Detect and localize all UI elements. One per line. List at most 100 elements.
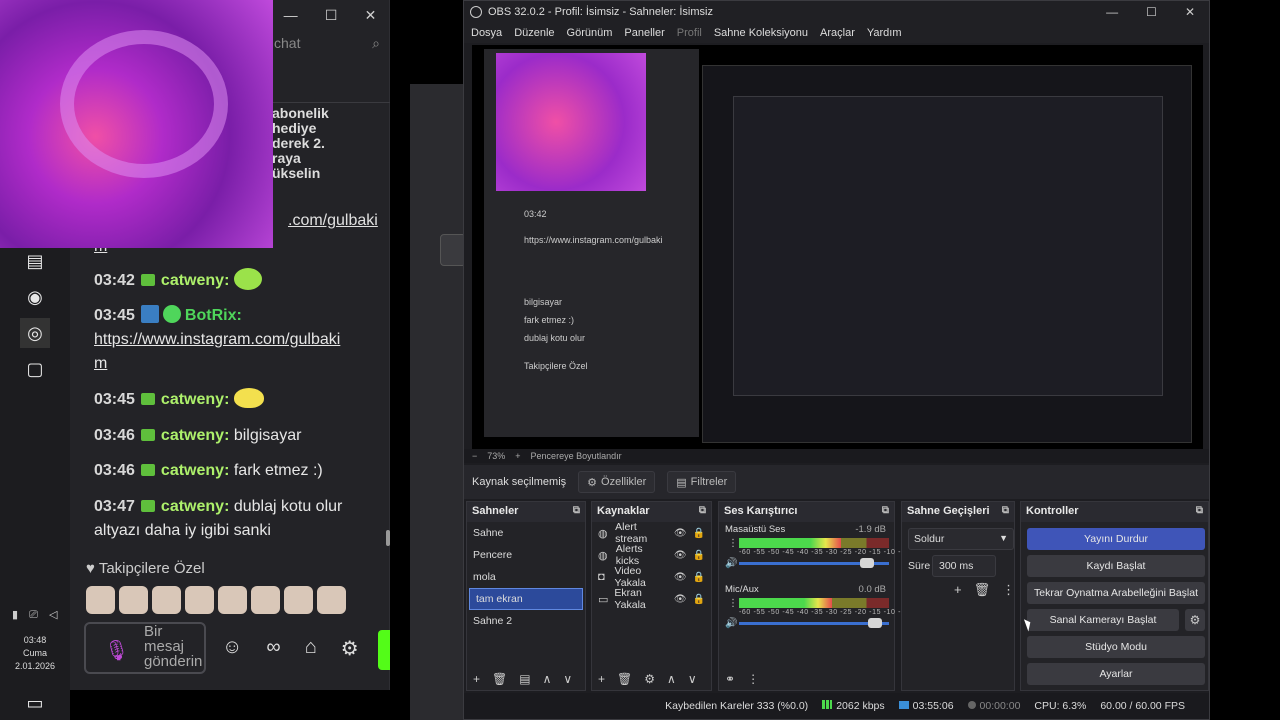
zoom-in-button[interactable]: + — [515, 451, 520, 461]
trash-icon[interactable]: 🗑 — [492, 672, 507, 686]
eye-icon[interactable]: 👁 — [674, 572, 687, 583]
popout-icon[interactable]: ⧉ — [882, 505, 889, 516]
transition-select[interactable]: Soldur ▼ — [908, 528, 1014, 550]
start-replay-buffer-button[interactable]: Tekrar Oynatma Arabelleğini Başlat — [1027, 582, 1205, 604]
source-item[interactable]: ▭ Ekran Yakala 👁 🔒 — [592, 587, 711, 611]
emote-icon[interactable] — [185, 586, 214, 614]
more-icon[interactable]: ⋮ — [747, 672, 759, 686]
minimize-icon[interactable]: — — [284, 7, 298, 23]
points-icon[interactable]: ∞ — [266, 636, 280, 661]
microphone-icon[interactable]: 🎙 — [104, 638, 129, 663]
emote-icon[interactable] — [152, 586, 181, 614]
source-item[interactable]: ◍ Alert stream 👁 🔒 — [592, 521, 711, 545]
more-icon[interactable]: ⋮ — [728, 598, 738, 609]
volume-fader[interactable] — [739, 618, 889, 628]
menu-view[interactable]: Görünüm — [567, 27, 613, 39]
zoom-fit-mode[interactable]: Pencereye Boyutlandır — [531, 451, 622, 461]
fader-handle[interactable] — [867, 618, 882, 628]
menu-profile[interactable]: Profil — [677, 27, 702, 39]
lock-icon[interactable]: 🔒 — [693, 572, 705, 583]
app-icon-1[interactable]: ▤ — [20, 246, 50, 276]
eye-icon[interactable]: 👁 — [674, 550, 687, 561]
properties-button[interactable]: ⚙ Özellikler — [578, 471, 656, 493]
popout-icon[interactable]: ⧉ — [699, 505, 706, 516]
chrome-icon[interactable]: ◉ — [20, 282, 50, 312]
search-icon[interactable]: ⌕ — [372, 35, 380, 52]
obs-preview[interactable]: 03:42 https://www.instagram.com/gulbaki … — [472, 45, 1203, 449]
popout-icon[interactable]: ⧉ — [573, 505, 580, 516]
menu-edit[interactable]: Düzenle — [514, 27, 554, 39]
eye-icon[interactable]: 👁 — [674, 528, 687, 539]
store-icon[interactable]: ⌂ — [305, 636, 317, 661]
studio-mode-button[interactable]: Stüdyo Modu — [1027, 636, 1205, 658]
menu-scene-collection[interactable]: Sahne Koleksiyonu — [714, 27, 808, 39]
scene-item[interactable]: Pencere — [467, 544, 585, 566]
chevron-up-icon[interactable]: ∧ — [543, 672, 552, 686]
emote-icon[interactable] — [218, 586, 247, 614]
scene-item[interactable]: Sahne — [467, 522, 585, 544]
duration-input[interactable]: 300 ms — [932, 555, 996, 577]
system-tray[interactable]: ▮ ⎚ ◁ — [12, 608, 61, 622]
add-icon[interactable]: + — [473, 672, 480, 686]
volume-fader[interactable] — [739, 558, 889, 568]
emoji-icon[interactable]: ☺ — [222, 636, 242, 661]
source-item[interactable]: ◘ Video Yakala 👁 🔒 — [592, 565, 711, 589]
emote-icon[interactable] — [119, 586, 148, 614]
close-icon[interactable]: ✕ — [365, 7, 377, 24]
scene-item[interactable]: tam ekran — [469, 588, 583, 610]
lock-icon[interactable]: 🔒 — [693, 550, 705, 561]
emote-icon[interactable] — [317, 586, 346, 614]
maximize-icon[interactable]: ☐ — [1146, 5, 1157, 19]
obs-taskbar-icon[interactable]: ◎ — [20, 318, 50, 348]
add-icon[interactable]: + — [598, 672, 605, 686]
chevron-down-icon[interactable]: ∨ — [688, 672, 697, 686]
popout-icon[interactable]: ⧉ — [1002, 505, 1009, 516]
trash-icon[interactable]: 🗑 — [974, 582, 991, 598]
taskbar-clock[interactable]: 03:48 Cuma 2.01.2026 — [0, 634, 70, 673]
notification-icon[interactable]: ▭ — [20, 688, 50, 718]
scene-item[interactable]: Sahne 2 — [467, 610, 585, 632]
app-icon-4[interactable]: ▢ — [20, 354, 50, 384]
start-recording-button[interactable]: Kaydı Başlat — [1027, 555, 1205, 577]
add-icon[interactable]: + — [954, 582, 962, 598]
menu-file[interactable]: Dosya — [471, 27, 502, 39]
popout-icon[interactable]: ⧉ — [1196, 505, 1203, 516]
emote-icon[interactable] — [284, 586, 313, 614]
emote-icon[interactable] — [251, 586, 280, 614]
chevron-up-icon[interactable]: ∧ — [667, 672, 676, 686]
gear-icon[interactable]: ⚙ — [341, 636, 359, 661]
link-partial[interactable]: .com/gulbaki — [288, 212, 378, 230]
trash-icon[interactable]: 🗑 — [617, 672, 632, 686]
instagram-link[interactable]: https://www.instagram.com/gulbaki — [94, 331, 340, 348]
menu-tools[interactable]: Araçlar — [820, 27, 855, 39]
chat-message-input[interactable]: 🎙 Bir mesaj gönderin — [84, 622, 206, 674]
close-icon[interactable]: ✕ — [1185, 5, 1195, 19]
filters-button[interactable]: ▤ Filtreler — [667, 471, 737, 493]
link-icon[interactable]: ⚭ — [725, 672, 735, 686]
emote-icon[interactable] — [86, 586, 115, 614]
virtual-camera-settings-button[interactable]: ⚙ — [1185, 609, 1205, 631]
speaker-icon[interactable]: 🔊 — [725, 618, 737, 629]
minimize-icon[interactable]: — — [1106, 5, 1118, 19]
scene-item[interactable]: mola — [467, 566, 585, 588]
source-item[interactable]: ◍ Alerts kicks 👁 🔒 — [592, 543, 711, 567]
gear-icon[interactable]: ⚙ — [644, 672, 655, 686]
zoom-out-button[interactable]: − — [472, 451, 477, 461]
settings-button[interactable]: Ayarlar — [1027, 663, 1205, 685]
more-icon[interactable]: ⋮ — [728, 538, 738, 549]
more-icon[interactable]: ⋮ — [1002, 582, 1015, 598]
lock-icon[interactable]: 🔒 — [693, 594, 705, 605]
menu-docks[interactable]: Paneller — [624, 27, 664, 39]
maximize-icon[interactable]: ☐ — [325, 7, 338, 24]
lock-icon[interactable]: 🔒 — [693, 528, 705, 539]
eye-icon[interactable]: 👁 — [674, 594, 687, 605]
filter-icon[interactable]: ▤ — [519, 672, 530, 686]
menu-help[interactable]: Yardım — [867, 27, 902, 39]
start-virtual-camera-button[interactable]: Sanal Kamerayı Başlat — [1027, 609, 1179, 631]
instagram-link-tail[interactable]: m — [94, 355, 107, 372]
send-button[interactable] — [378, 630, 390, 670]
chevron-down-icon[interactable]: ∨ — [563, 672, 572, 686]
speaker-icon[interactable]: 🔊 — [725, 558, 737, 569]
chat-search[interactable]: chat ⌕ — [270, 30, 390, 56]
fader-handle[interactable] — [860, 558, 874, 568]
